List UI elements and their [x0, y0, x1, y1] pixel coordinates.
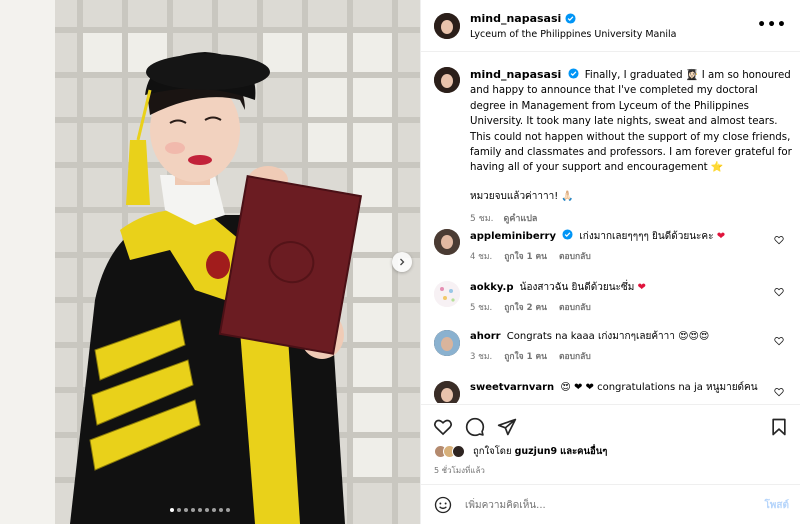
comment-item: aokky.p น้องสาวฉัน ยินดีด้วยนะซึ่ม ❤ 5 ช… — [434, 281, 794, 314]
comment-time[interactable]: 5 ชม. — [470, 300, 492, 314]
carousel-dot — [184, 508, 188, 512]
add-comment-input[interactable] — [465, 495, 745, 515]
liked-by-avatars — [434, 445, 465, 458]
post-author-username[interactable]: mind_napasasi — [470, 12, 561, 25]
avatar-image — [434, 381, 460, 403]
carousel-dot — [177, 508, 181, 512]
post-location[interactable]: Lyceum of the Philippines University Man… — [470, 29, 676, 40]
avatar[interactable] — [434, 330, 460, 356]
comment-time[interactable]: 3 ชม. — [470, 349, 492, 363]
graduation-photo — [0, 0, 420, 524]
verified-badge-icon — [562, 229, 573, 240]
more-options-icon[interactable]: ••• — [757, 17, 787, 33]
comment-time[interactable]: 4 ชม. — [470, 249, 492, 263]
post-comment-button[interactable]: โพสต์ — [764, 498, 789, 513]
comment-username[interactable]: sweetvarnvarn — [470, 382, 554, 393]
avatar — [452, 445, 465, 458]
caption-username[interactable]: mind_napasasi — [470, 68, 561, 81]
comment-emoji: ❤ — [716, 231, 726, 242]
comment-emoji: ❤ — [637, 282, 646, 293]
chevron-right-icon — [400, 258, 405, 266]
carousel-next-button[interactable] — [392, 252, 412, 272]
avatar[interactable] — [434, 13, 460, 39]
comment-likes[interactable]: ถูกใจ 1 คน — [504, 349, 547, 363]
like-comment-heart-icon[interactable] — [774, 235, 784, 245]
post-details-panel: mind_napasasi Lyceum of the Philippines … — [420, 0, 800, 524]
liked-by-user[interactable]: guzjun9 — [515, 446, 558, 457]
carousel-dot — [212, 508, 216, 512]
comment-likes[interactable]: ถูกใจ 2 คน — [504, 300, 547, 314]
avatar[interactable] — [434, 281, 460, 307]
carousel-dot — [170, 508, 174, 512]
carousel-dot — [198, 508, 202, 512]
reply-button[interactable]: ตอบกลับ — [559, 349, 591, 363]
liked-by-prefix: ถูกใจโดย — [473, 446, 512, 457]
share-icon[interactable] — [497, 417, 517, 437]
like-comment-heart-icon[interactable] — [774, 387, 784, 397]
comment-username[interactable]: appleminiberry — [470, 231, 556, 242]
verified-badge-icon — [565, 13, 576, 24]
caption-thai-line: หมวยจบแล้วค่าาาา! 🙏🏻 — [470, 190, 574, 202]
verified-badge-icon — [567, 68, 579, 79]
add-comment-bar: โพสต์ — [421, 484, 800, 524]
comment-likes[interactable]: ถูกใจ 1 คน — [504, 249, 547, 263]
avatar[interactable] — [434, 381, 460, 403]
post-actions-bar — [421, 404, 800, 444]
reply-button[interactable]: ตอบกลับ — [559, 300, 591, 314]
save-bookmark-icon[interactable] — [769, 417, 789, 437]
post-header: mind_napasasi Lyceum of the Philippines … — [421, 0, 800, 52]
post-photo[interactable] — [0, 0, 420, 524]
avatar-image — [434, 330, 460, 356]
comment-icon[interactable] — [465, 417, 485, 437]
carousel-dot — [226, 508, 230, 512]
avatar[interactable] — [434, 229, 460, 255]
like-heart-icon[interactable] — [433, 417, 453, 437]
post-timestamp[interactable]: 5 ชั่วโมงที่แล้ว — [434, 464, 485, 477]
comment-item: sweetvarnvarn 😍 ❤ ❤ congratulations na j… — [434, 381, 794, 403]
carousel-indicator — [170, 508, 230, 512]
avatar-image — [434, 229, 460, 255]
carousel-dot — [205, 508, 209, 512]
comment-text: 😍 ❤ ❤ congratulations na ja หนูมายด์คน — [560, 382, 758, 393]
carousel-dot — [219, 508, 223, 512]
avatar-image — [434, 13, 460, 39]
comment-text: น้องสาวฉัน ยินดีด้วยนะซึ่ม — [519, 282, 635, 293]
reply-button[interactable]: ตอบกลับ — [559, 249, 591, 263]
comment-text: เก่งมากเลยๆๆๆๆ ยินดีด้วยนะคะ — [579, 231, 714, 242]
post-caption: mind_napasasi Finally, I graduated 👩🏻‍🎓 … — [434, 67, 794, 225]
comments-list[interactable]: mind_napasasi Finally, I graduated 👩🏻‍🎓 … — [421, 53, 800, 403]
carousel-dot — [191, 508, 195, 512]
comment-text: Congrats na kaaa เก่งมากๆเลยค้าาา — [506, 331, 675, 342]
avatar-image — [434, 281, 460, 307]
comment-emoji: 😍😍😍 — [678, 331, 710, 342]
emoji-icon[interactable] — [434, 496, 452, 514]
like-comment-heart-icon[interactable] — [774, 287, 784, 297]
liked-by-others[interactable]: และคนอื่นๆ — [560, 446, 607, 457]
avatar-image — [434, 67, 460, 93]
comment-item: ahorr Congrats na kaaa เก่งมากๆเลยค้าาา … — [434, 330, 794, 363]
likes-summary: ถูกใจโดย guzjun9 และคนอื่นๆ — [434, 444, 607, 459]
comment-username[interactable]: ahorr — [470, 331, 501, 342]
see-translation-button[interactable]: ดูคำแปล — [504, 211, 538, 225]
like-comment-heart-icon[interactable] — [774, 336, 784, 346]
caption-time[interactable]: 5 ชม. — [470, 211, 494, 225]
caption-text: Finally, I graduated 👩🏻‍🎓 I am so honour… — [470, 70, 792, 174]
comment-item: appleminiberry เก่งมากเลยๆๆๆๆ ยินดีด้วยน… — [434, 229, 794, 263]
avatar[interactable] — [434, 67, 460, 93]
comment-username[interactable]: aokky.p — [470, 282, 513, 293]
